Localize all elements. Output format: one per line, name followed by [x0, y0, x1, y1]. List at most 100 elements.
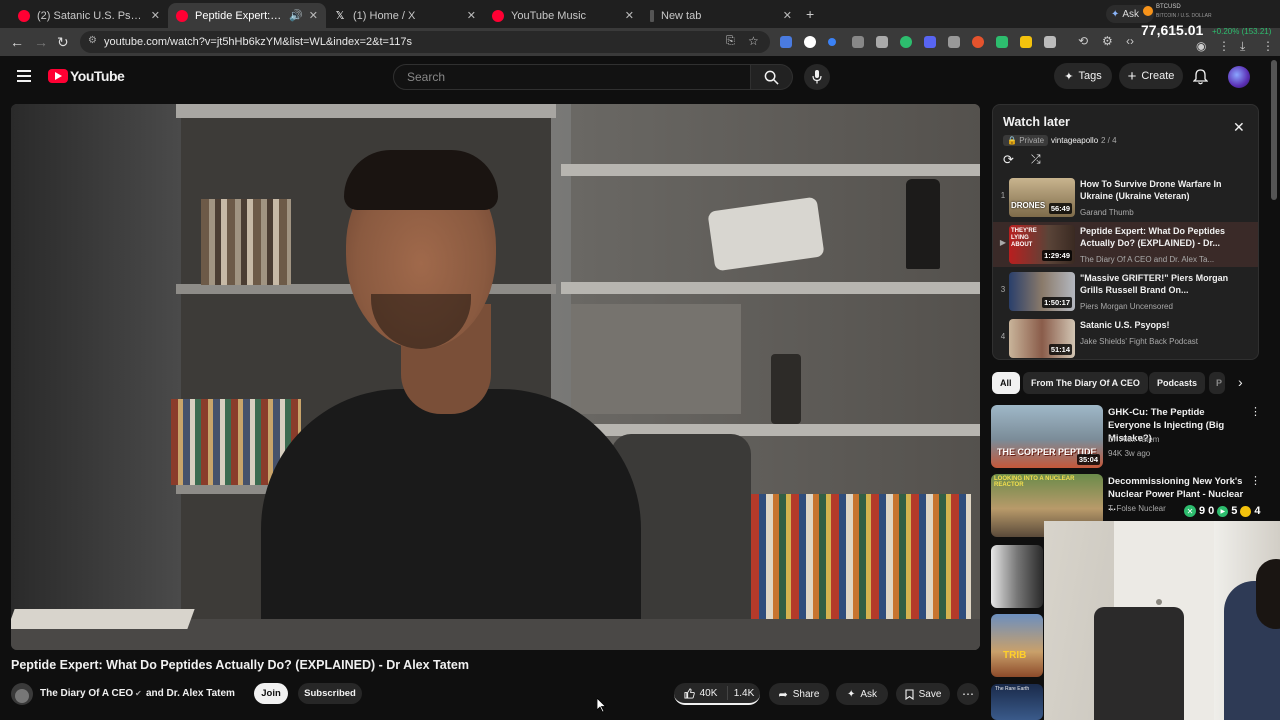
- shuffle-icon[interactable]: ⤮: [1031, 152, 1041, 167]
- more-vert-icon[interactable]: ⋮: [1250, 405, 1261, 418]
- browser-tab-active[interactable]: Peptide Expert: What Do Pe 🔊 ✕: [168, 3, 326, 28]
- recommendation-thumbnail[interactable]: THE COPPER PEPTIDE 35:04: [991, 405, 1103, 468]
- profile-icon[interactable]: ◉: [1196, 39, 1206, 53]
- hamburger-menu-icon[interactable]: [17, 70, 31, 82]
- thumbs-up-icon: [684, 687, 695, 699]
- close-tab-icon[interactable]: ✕: [309, 9, 318, 22]
- video-player[interactable]: [11, 104, 980, 650]
- playlist-item[interactable]: 4 51:14 Satanic U.S. Psyops! Jake Shield…: [993, 316, 1258, 359]
- browser-tab[interactable]: 𝕏 (1) Home / X ✕: [326, 3, 484, 28]
- avatar[interactable]: [1228, 66, 1250, 88]
- chip-podcasts[interactable]: Podcasts: [1149, 372, 1206, 394]
- close-tab-icon[interactable]: ✕: [625, 9, 634, 22]
- bookmark-icon: [905, 688, 914, 700]
- extension-icon[interactable]: [996, 36, 1008, 48]
- extension-icon[interactable]: [900, 36, 912, 48]
- chip-from-channel[interactable]: From The Diary Of A CEO: [1023, 372, 1148, 394]
- address-bar[interactable]: ⚙ youtube.com/watch?v=jt5hHb6kzYM&list=W…: [80, 31, 770, 53]
- settings-icon[interactable]: ⚙: [1102, 34, 1113, 48]
- emoji-icon: [1240, 505, 1252, 517]
- more-actions-button[interactable]: ⋯: [957, 683, 979, 705]
- page-scrollbar[interactable]: [1271, 60, 1277, 200]
- extension-icon[interactable]: [876, 36, 888, 48]
- close-playlist-icon[interactable]: ✕: [1233, 119, 1245, 136]
- extension-icon[interactable]: [1020, 36, 1032, 48]
- reload-icon[interactable]: ↻: [57, 34, 69, 51]
- browser-tab[interactable]: New tab ✕: [642, 3, 800, 28]
- recommendation-thumbnail[interactable]: TRIB: [991, 614, 1043, 677]
- grid-icon[interactable]: ⋮: [1262, 39, 1274, 53]
- back-icon[interactable]: ←: [10, 34, 24, 50]
- browser-tab-bar: (2) Satanic U.S. Psyops! - YouTu ✕ Pepti…: [0, 0, 1280, 28]
- playlist-item[interactable]: 3 1:50:17 "Massive GRIFTER!" Piers Morga…: [993, 269, 1258, 314]
- playlist-item-current[interactable]: ▶ THEY'RE LYING ABOUT 1:29:49 Peptide Ex…: [993, 222, 1258, 267]
- search-input[interactable]: Search: [393, 64, 751, 90]
- loop-icon[interactable]: ⟳: [1003, 152, 1014, 168]
- video-frame-shelf: [176, 104, 556, 118]
- counter-c: 4: [1254, 505, 1261, 517]
- tab-title: New tab: [661, 9, 702, 22]
- join-button[interactable]: Join: [254, 683, 288, 704]
- playlist-item-thumbnail: 1:50:17: [1009, 272, 1075, 311]
- webcam-door-knob: [1156, 599, 1162, 605]
- more-vert-icon[interactable]: ⋮: [1250, 474, 1261, 487]
- extension-icon[interactable]: [972, 36, 984, 48]
- channel-name[interactable]: The Diary Of A CEO: [40, 688, 133, 699]
- history-icon[interactable]: ⟲: [1078, 34, 1088, 48]
- extension-icon[interactable]: [828, 38, 836, 46]
- like-button[interactable]: 40K: [674, 686, 728, 700]
- chevron-right-icon[interactable]: ›: [1238, 374, 1243, 390]
- bitcoin-icon: [1143, 6, 1153, 16]
- download-icon[interactable]: ⤓: [1240, 39, 1245, 54]
- recommendation-thumbnail[interactable]: [991, 545, 1043, 608]
- thumbnail-text: THEY'RE LYING ABOUT: [1011, 228, 1037, 248]
- chip-more[interactable]: P: [1209, 372, 1225, 394]
- extension-icon[interactable]: [852, 36, 864, 48]
- close-tab-icon[interactable]: ✕: [467, 9, 476, 22]
- search-button[interactable]: [751, 64, 793, 90]
- youtube-logo-text: YouTube: [70, 68, 125, 84]
- voice-search-button[interactable]: [804, 64, 830, 90]
- more-dots-icon: ⋯: [962, 687, 974, 701]
- channel-avatar[interactable]: [11, 683, 33, 705]
- recommendation-channel[interactable]: Dr. Alex Tatem: [1108, 435, 1159, 444]
- save-button[interactable]: Save: [896, 683, 950, 705]
- thumbnail-text: TRIB: [1003, 650, 1027, 661]
- share-button[interactable]: ➦ Share: [769, 683, 829, 705]
- recommendation-meta: 94K 3w ago: [1108, 449, 1151, 458]
- extensions-puzzle-icon[interactable]: [1044, 36, 1056, 48]
- bookmark-star-icon[interactable]: ☆: [748, 34, 759, 48]
- browser-tab[interactable]: YouTube Music ✕: [484, 3, 642, 28]
- new-tab-icon[interactable]: +: [806, 6, 814, 22]
- playlist-item[interactable]: 1 DRONES 56:49 How To Survive Drone Warf…: [993, 175, 1258, 220]
- share-icon: ➦: [778, 688, 788, 701]
- counter-b: 5: [1231, 505, 1238, 517]
- browser-tab[interactable]: (2) Satanic U.S. Psyops! - YouTu ✕: [10, 3, 168, 28]
- extension-icon[interactable]: [804, 36, 816, 48]
- forward-icon[interactable]: →: [34, 34, 48, 50]
- speaker-icon[interactable]: 🔊: [289, 9, 303, 22]
- sparkle-icon: ✦: [1064, 70, 1074, 83]
- install-icon[interactable]: ⎘: [726, 35, 735, 48]
- recommendation-thumbnail[interactable]: The Rare Earth: [991, 684, 1043, 720]
- menu-dots-icon[interactable]: ⋮: [1218, 39, 1230, 53]
- create-button[interactable]: + Create: [1119, 63, 1183, 89]
- close-tab-icon[interactable]: ✕: [151, 9, 160, 22]
- recommendation-channel[interactable]: T. Folse Nuclear: [1108, 504, 1166, 513]
- dislike-button[interactable]: 1.4K: [728, 688, 760, 699]
- extension-icon[interactable]: [780, 36, 792, 48]
- tags-button[interactable]: ✦ Tags: [1054, 63, 1112, 89]
- site-info-icon[interactable]: ⚙: [88, 35, 97, 46]
- playlist-title[interactable]: Watch later: [1003, 115, 1070, 129]
- ask-video-button[interactable]: ✦ Ask: [836, 683, 888, 705]
- extension-icon[interactable]: [948, 36, 960, 48]
- playlist-owner[interactable]: vintageapollo: [1051, 136, 1098, 145]
- extension-icon[interactable]: [924, 36, 936, 48]
- chip-all[interactable]: All: [992, 372, 1020, 394]
- youtube-logo[interactable]: YouTube: [48, 68, 125, 84]
- notifications-bell-icon[interactable]: [1193, 69, 1208, 85]
- subscribed-button[interactable]: Subscribed: [298, 683, 362, 704]
- code-icon[interactable]: ‹›: [1126, 34, 1134, 48]
- close-tab-icon[interactable]: ✕: [783, 9, 792, 22]
- collaborator-name[interactable]: and Dr. Alex Tatem: [146, 688, 235, 699]
